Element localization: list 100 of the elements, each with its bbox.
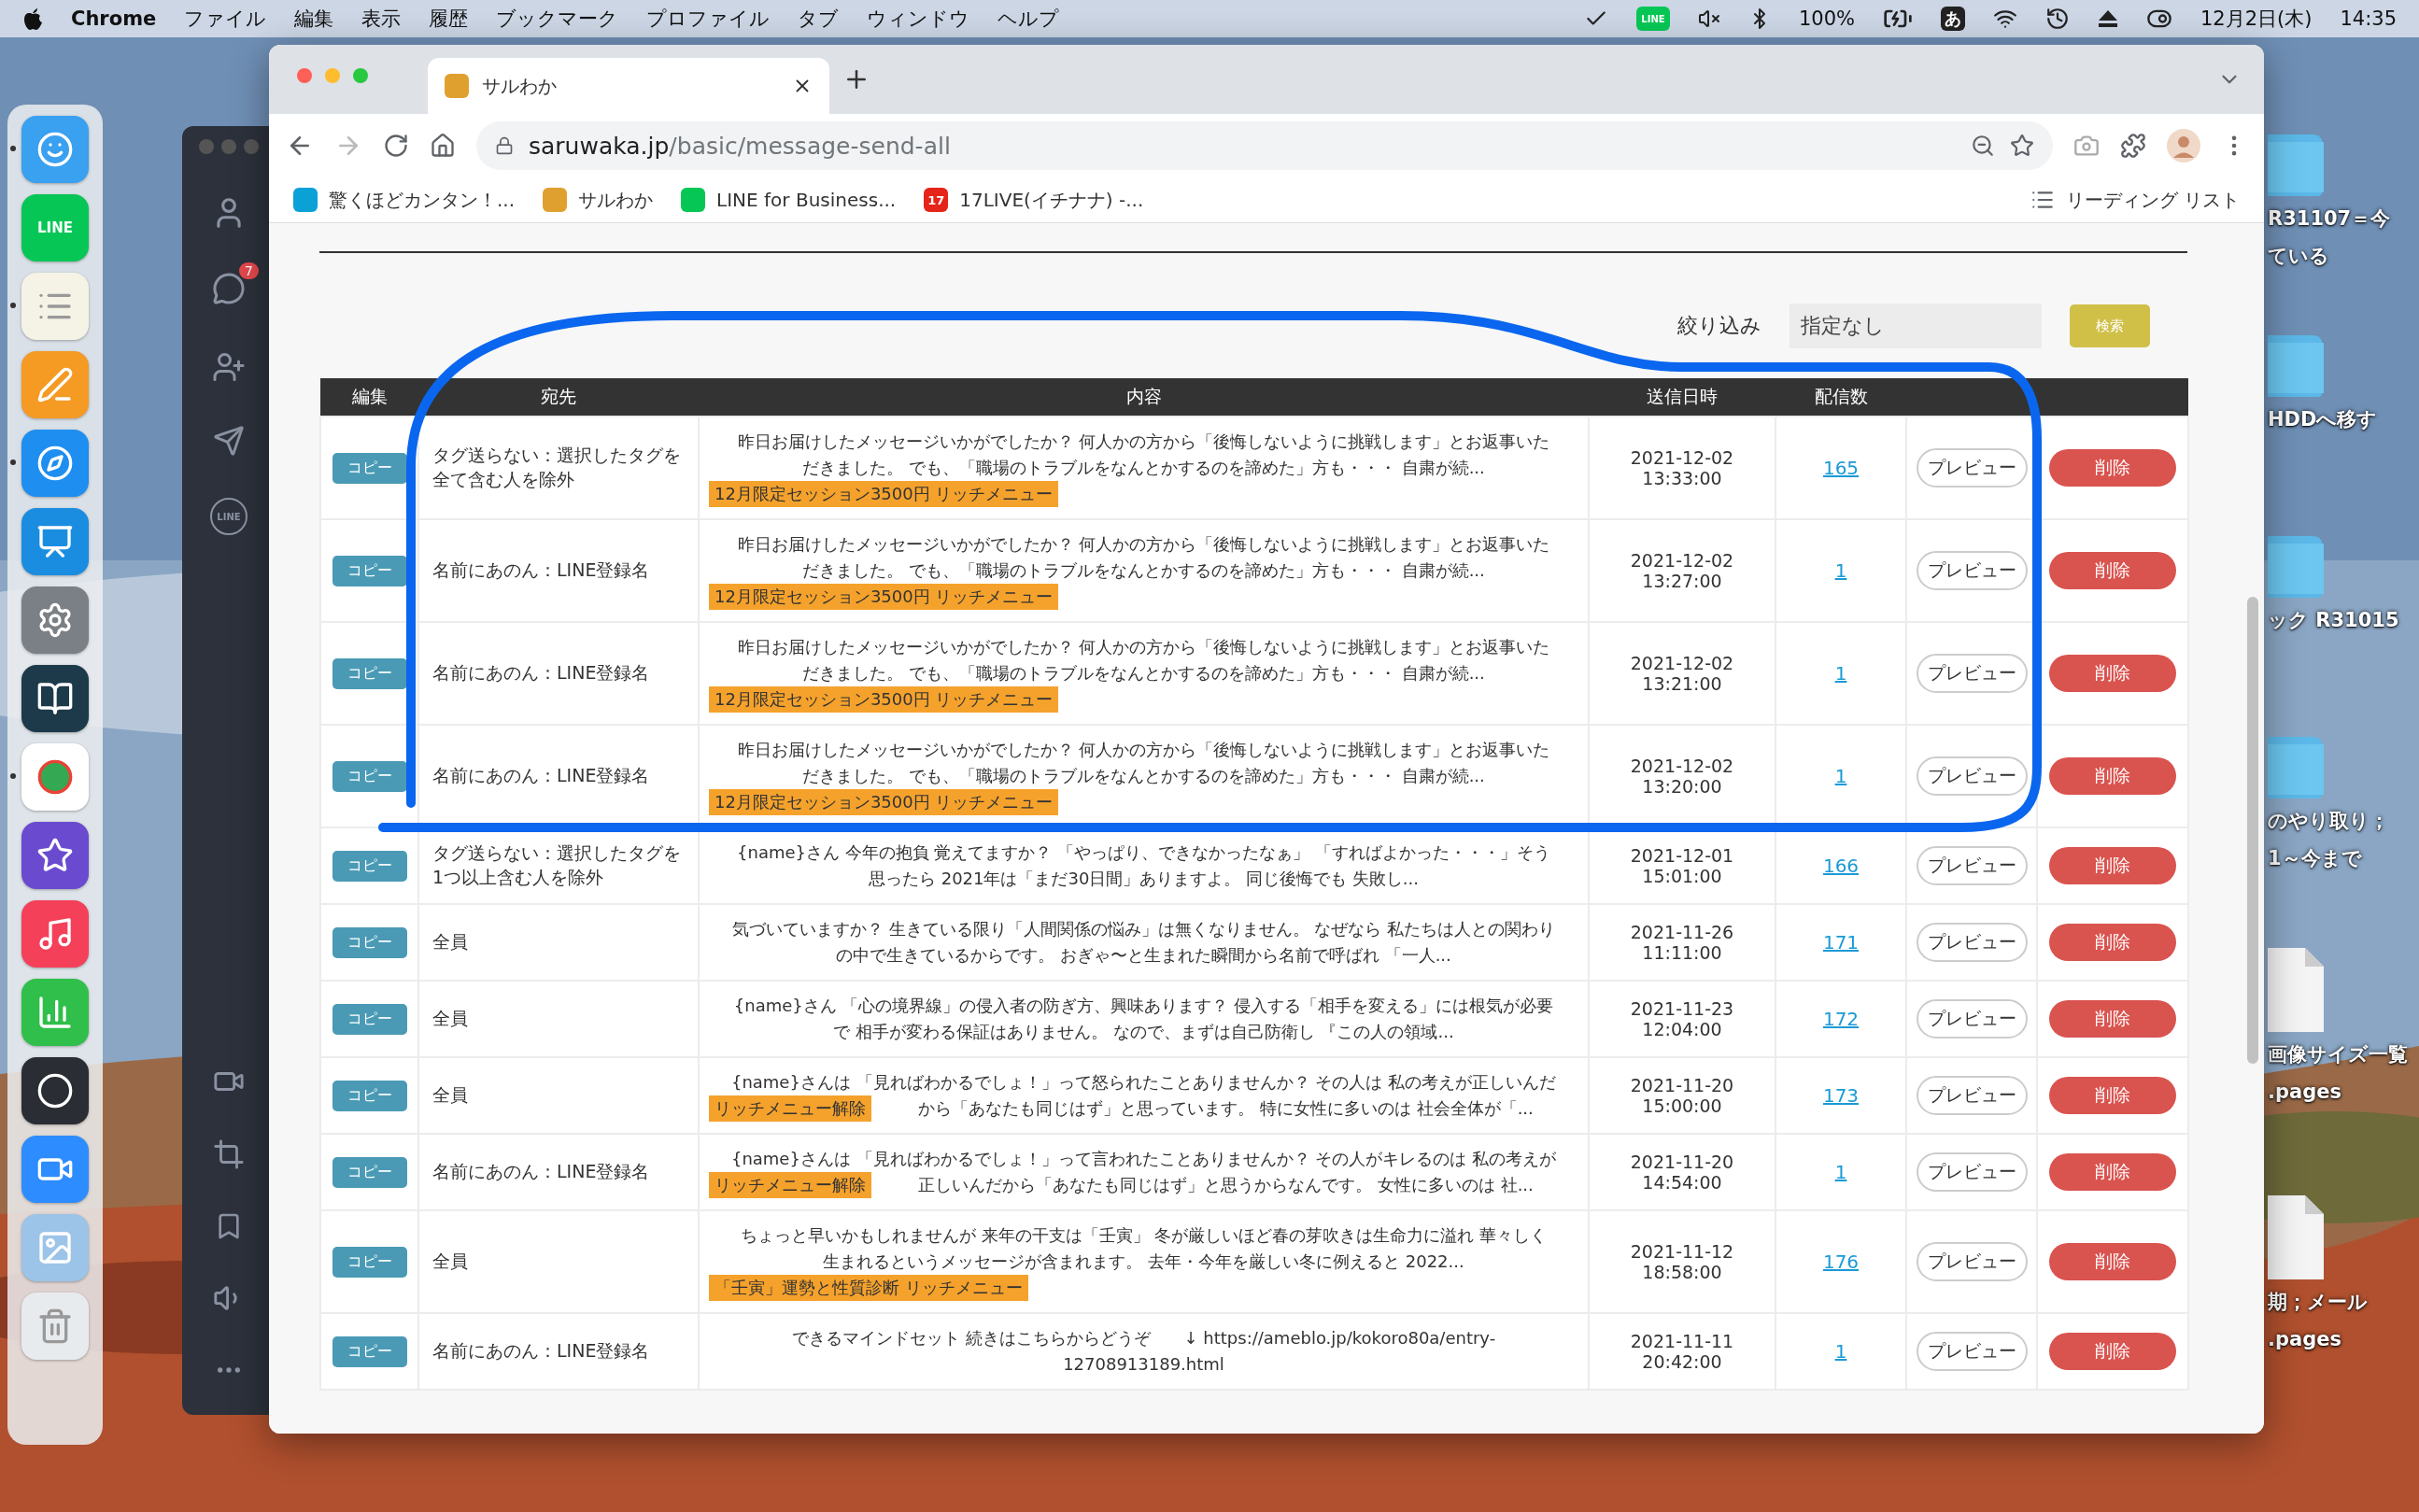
- delete-button[interactable]: 削除: [2049, 655, 2176, 692]
- preview-button[interactable]: プレビュー: [1916, 923, 2028, 962]
- rich-menu-tag: 12月限定セッション3500円 リッチメニュー: [709, 789, 1059, 815]
- extensions-icon[interactable]: [2120, 133, 2146, 159]
- running-indicator: [10, 303, 16, 308]
- document-icon[interactable]: [2268, 1195, 2324, 1279]
- recipient-count-link[interactable]: 172: [1822, 1008, 1860, 1030]
- preview-button[interactable]: プレビュー: [1916, 1076, 2028, 1115]
- recipient-count-link[interactable]: 166: [1822, 855, 1860, 877]
- history-icon[interactable]: [2045, 7, 2070, 31]
- recipient-count-link[interactable]: 173: [1822, 1084, 1860, 1107]
- delete-button[interactable]: 削除: [2049, 1000, 2176, 1038]
- running-indicator: [10, 459, 16, 465]
- message-text: 12708913189.html: [1062, 1353, 1225, 1376]
- message-text: 気づいていますか？ 生きている限り「人間関係の悩み」は無くなりません。 なぜなら 私たちは人との関わり: [730, 918, 1557, 940]
- preview-button[interactable]: プレビュー: [1916, 1242, 2028, 1281]
- add-person-icon[interactable]: [212, 350, 246, 384]
- avatar-icon[interactable]: [2167, 129, 2200, 163]
- delete-button[interactable]: 削除: [2049, 924, 2176, 961]
- copy-button[interactable]: コピー: [332, 926, 407, 958]
- menu-item[interactable]: ブックマーク: [496, 6, 619, 32]
- app-icon[interactable]: [21, 1057, 89, 1124]
- copy-button[interactable]: コピー: [332, 850, 407, 882]
- crop-icon[interactable]: [213, 1138, 245, 1170]
- address-bar[interactable]: saruwaka.jp/basic/message-send-all: [476, 121, 2053, 170]
- reload-icon[interactable]: [383, 133, 409, 159]
- bookmark-item[interactable]: LINE for Business...: [681, 188, 897, 212]
- running-indicator: [10, 146, 16, 151]
- delete-button[interactable]: 削除: [2049, 757, 2176, 795]
- preview-button[interactable]: プレビュー: [1916, 1152, 2028, 1192]
- menu-item[interactable]: 編集: [294, 6, 334, 32]
- copy-button[interactable]: コピー: [332, 1156, 407, 1188]
- table-cell: 全員: [418, 1210, 699, 1313]
- sent-datetime: 2021-11-11 20:42:00: [1630, 1331, 1734, 1372]
- file-label: 1～今まで: [2268, 846, 2363, 871]
- apple-logo-icon: [22, 7, 43, 31]
- copy-button[interactable]: コピー: [332, 1246, 407, 1278]
- column-header: 宛先: [418, 378, 699, 417]
- menu-item[interactable]: 表示: [361, 6, 402, 32]
- mute-icon[interactable]: [1697, 7, 1720, 30]
- menu-time: 14:35: [2340, 7, 2397, 30]
- home-icon[interactable]: [430, 133, 456, 159]
- menu-item[interactable]: タブ: [798, 6, 840, 32]
- file-label: 期；メール: [2268, 1290, 2369, 1315]
- app-icon[interactable]: LINE: [21, 194, 89, 261]
- input-mode-indicator[interactable]: あ: [1941, 7, 1965, 31]
- copy-button[interactable]: コピー: [332, 1335, 407, 1367]
- preview-button[interactable]: プレビュー: [1916, 448, 2028, 488]
- line-button[interactable]: LINE: [210, 498, 248, 535]
- recipient-count-link[interactable]: 165: [1822, 457, 1860, 479]
- preview-button[interactable]: プレビュー: [1916, 756, 2028, 796]
- menu-item[interactable]: ウィンドウ: [867, 6, 970, 32]
- recipient-count-link[interactable]: 1: [1834, 559, 1847, 582]
- delete-button[interactable]: 削除: [2049, 1077, 2176, 1114]
- eject-icon[interactable]: [2098, 9, 2118, 28]
- preview-button[interactable]: プレビュー: [1916, 999, 2028, 1039]
- app-icon[interactable]: [21, 665, 89, 732]
- recipient-count-link[interactable]: 171: [1822, 931, 1860, 954]
- preview-button[interactable]: プレビュー: [1916, 551, 2028, 590]
- app-icon[interactable]: [21, 822, 89, 889]
- delete-button[interactable]: 削除: [2049, 1153, 2176, 1191]
- column-header: 送信日時: [1589, 378, 1775, 417]
- app-name-menu[interactable]: Chrome: [71, 7, 157, 30]
- delete-button[interactable]: 削除: [2049, 847, 2176, 884]
- copy-button[interactable]: コピー: [332, 1080, 407, 1111]
- recipient-count-link[interactable]: 1: [1834, 1161, 1847, 1183]
- column-header: 内容: [699, 378, 1589, 417]
- bookmark-item[interactable]: サルわか: [543, 187, 654, 213]
- copy-button[interactable]: コピー: [332, 760, 407, 792]
- bookmark-item[interactable]: 驚くほどカンタン！...: [293, 187, 516, 213]
- preview-button[interactable]: プレビュー: [1916, 654, 2028, 693]
- menu-item[interactable]: 履歴: [429, 6, 469, 32]
- delete-button[interactable]: 削除: [2049, 1243, 2176, 1280]
- copy-button[interactable]: コピー: [332, 452, 407, 484]
- file-label: .pages: [2268, 1080, 2342, 1105]
- filter-field[interactable]: 指定なし: [1789, 304, 2042, 348]
- message-text: 昨日お届けしたメッセージいかがでしたか？ 何人かの方から「後悔しないように挑戦します」とお返事いた: [736, 739, 1551, 761]
- delete-button[interactable]: 削除: [2049, 1333, 2176, 1370]
- delete-button[interactable]: 削除: [2049, 552, 2176, 589]
- line-status-icon[interactable]: LINE: [1635, 7, 1670, 31]
- menu-item[interactable]: プロファイル: [646, 6, 771, 32]
- recipient-count-link[interactable]: 1: [1834, 765, 1847, 787]
- recipient-count-link[interactable]: 1: [1834, 662, 1847, 685]
- copy-button[interactable]: コピー: [332, 555, 407, 586]
- message-text: から「あなたも同じはず」と思っています。 特に女性に多いのは 社会全体が「...: [917, 1097, 1535, 1120]
- browser-tab[interactable]: サルわか: [428, 58, 829, 114]
- copy-button[interactable]: コピー: [332, 657, 407, 689]
- menu-item[interactable]: ヘルプ: [997, 6, 1060, 32]
- preview-button[interactable]: プレビュー: [1916, 1332, 2028, 1371]
- recipient-count-link[interactable]: 176: [1822, 1251, 1860, 1273]
- menu-item[interactable]: ファイル: [184, 6, 267, 32]
- message-text: {name}さんは 「見ればわかるでしょ！」って言われたことありませんか？ その人がキレるのは 私の考えが: [729, 1148, 1558, 1170]
- delete-button[interactable]: 削除: [2049, 449, 2176, 487]
- reading-list-button[interactable]: リーディング リスト: [2030, 187, 2240, 213]
- recipient-count-link[interactable]: 1: [1834, 1340, 1847, 1363]
- bookmark-item[interactable]: 17 17LIVE(イチナナ) -...: [924, 187, 1144, 213]
- send-icon[interactable]: [213, 425, 245, 457]
- copy-button[interactable]: コピー: [332, 1003, 407, 1035]
- preview-button[interactable]: プレビュー: [1916, 846, 2028, 885]
- chat-icon[interactable]: [212, 272, 246, 305]
